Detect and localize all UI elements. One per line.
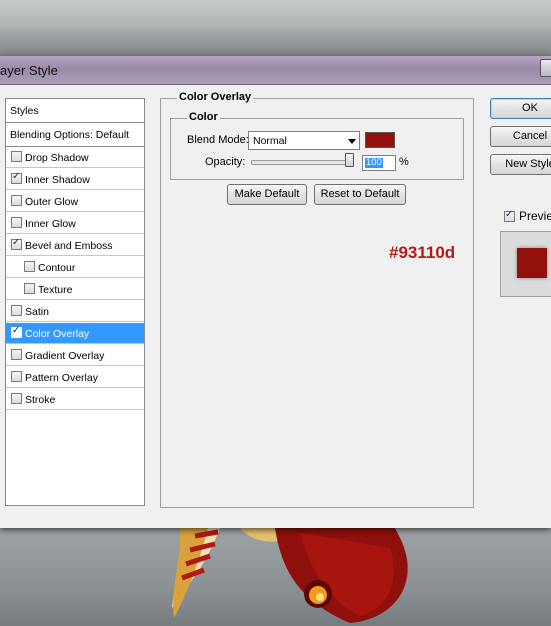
styles-header[interactable]: Styles	[6, 99, 144, 123]
style-item-label: Contour	[38, 262, 76, 274]
style-preview	[500, 231, 551, 297]
preview-label: Preview	[519, 209, 551, 223]
fish-illustration	[172, 528, 408, 623]
outer-glow-checkbox[interactable]	[11, 195, 22, 206]
style-item-color-overlay[interactable]: Color Overlay	[6, 323, 144, 344]
layer-style-dialog: ayer Style Styles Blending Options: Defa…	[0, 56, 551, 528]
preview-checkbox[interactable]	[504, 209, 515, 222]
style-item-label: Satin	[25, 306, 49, 318]
chevron-down-icon	[348, 139, 356, 144]
style-item-label: Gradient Overlay	[25, 350, 105, 362]
gradient-overlay-checkbox[interactable]	[11, 349, 22, 360]
style-item-drop-shadow[interactable]: Drop Shadow	[6, 147, 144, 168]
new-style-button[interactable]: New Style	[490, 154, 551, 175]
ok-button[interactable]: OK	[490, 98, 551, 119]
opacity-label: Opacity:	[205, 156, 246, 168]
color-overlay-checkbox[interactable]	[11, 325, 22, 338]
pattern-overlay-checkbox[interactable]	[11, 371, 22, 382]
reset-to-default-button[interactable]: Reset to Default	[314, 184, 406, 205]
styles-list: Styles Blending Options: Default Drop Sh…	[5, 98, 145, 506]
close-button[interactable]	[540, 59, 551, 77]
style-item-gradient-overlay[interactable]: Gradient Overlay	[6, 345, 144, 366]
background-bottom	[0, 528, 551, 626]
blending-options-label: Blending Options: Default	[10, 129, 130, 141]
style-item-inner-shadow[interactable]: Inner Shadow	[6, 169, 144, 190]
style-item-label: Bevel and Emboss	[25, 240, 113, 252]
dialog-body: Styles Blending Options: Default Drop Sh…	[0, 85, 551, 528]
title-bar[interactable]: ayer Style	[0, 56, 551, 85]
inner-glow-checkbox[interactable]	[11, 217, 22, 228]
group-title: Color	[187, 111, 220, 123]
opacity-slider-track[interactable]	[251, 160, 353, 165]
stroke-checkbox[interactable]	[11, 393, 22, 404]
style-item-inner-glow[interactable]: Inner Glow	[6, 213, 144, 234]
background-top-strip	[0, 28, 551, 56]
style-item-label: Color Overlay	[25, 328, 90, 340]
style-item-pattern-overlay[interactable]: Pattern Overlay	[6, 367, 144, 388]
style-item-satin[interactable]: Satin	[6, 301, 144, 322]
opacity-value: 100	[365, 157, 383, 168]
style-item-label: Inner Shadow	[25, 174, 90, 186]
opacity-slider-thumb[interactable]	[345, 153, 354, 167]
style-item-texture[interactable]: Texture	[6, 279, 144, 300]
contour-checkbox[interactable]	[24, 261, 35, 272]
section-title: Color Overlay	[177, 91, 254, 103]
style-item-label: Texture	[38, 284, 73, 296]
style-item-contour[interactable]: Contour	[6, 257, 144, 278]
style-item-label: Inner Glow	[25, 218, 76, 230]
style-item-outer-glow[interactable]: Outer Glow	[6, 191, 144, 212]
opacity-input[interactable]: 100	[362, 155, 396, 171]
blend-mode-select[interactable]: Normal	[248, 131, 360, 150]
satin-checkbox[interactable]	[11, 305, 22, 316]
blending-options[interactable]: Blending Options: Default	[6, 123, 144, 147]
dialog-title: ayer Style	[0, 63, 58, 78]
blend-mode-label: Blend Mode:	[187, 134, 249, 146]
style-item-stroke[interactable]: Stroke	[6, 389, 144, 410]
inner-shadow-checkbox[interactable]	[11, 171, 22, 184]
blend-mode-value: Normal	[253, 135, 287, 147]
bevel-emboss-checkbox[interactable]	[11, 237, 22, 250]
overlay-color-swatch[interactable]	[365, 132, 395, 148]
style-item-bevel-emboss[interactable]: Bevel and Emboss	[6, 235, 144, 256]
style-item-label: Outer Glow	[25, 196, 79, 208]
hex-annotation: #93110d	[389, 243, 456, 262]
preview-swatch	[517, 248, 547, 278]
styles-header-label: Styles	[10, 105, 39, 117]
style-item-label: Pattern Overlay	[25, 372, 98, 384]
cancel-button[interactable]: Cancel	[490, 126, 551, 147]
drop-shadow-checkbox[interactable]	[11, 151, 22, 162]
opacity-unit: %	[399, 156, 409, 168]
texture-checkbox[interactable]	[24, 283, 35, 294]
make-default-button[interactable]: Make Default	[227, 184, 307, 205]
style-item-label: Stroke	[25, 394, 56, 406]
style-item-label: Drop Shadow	[25, 152, 89, 164]
